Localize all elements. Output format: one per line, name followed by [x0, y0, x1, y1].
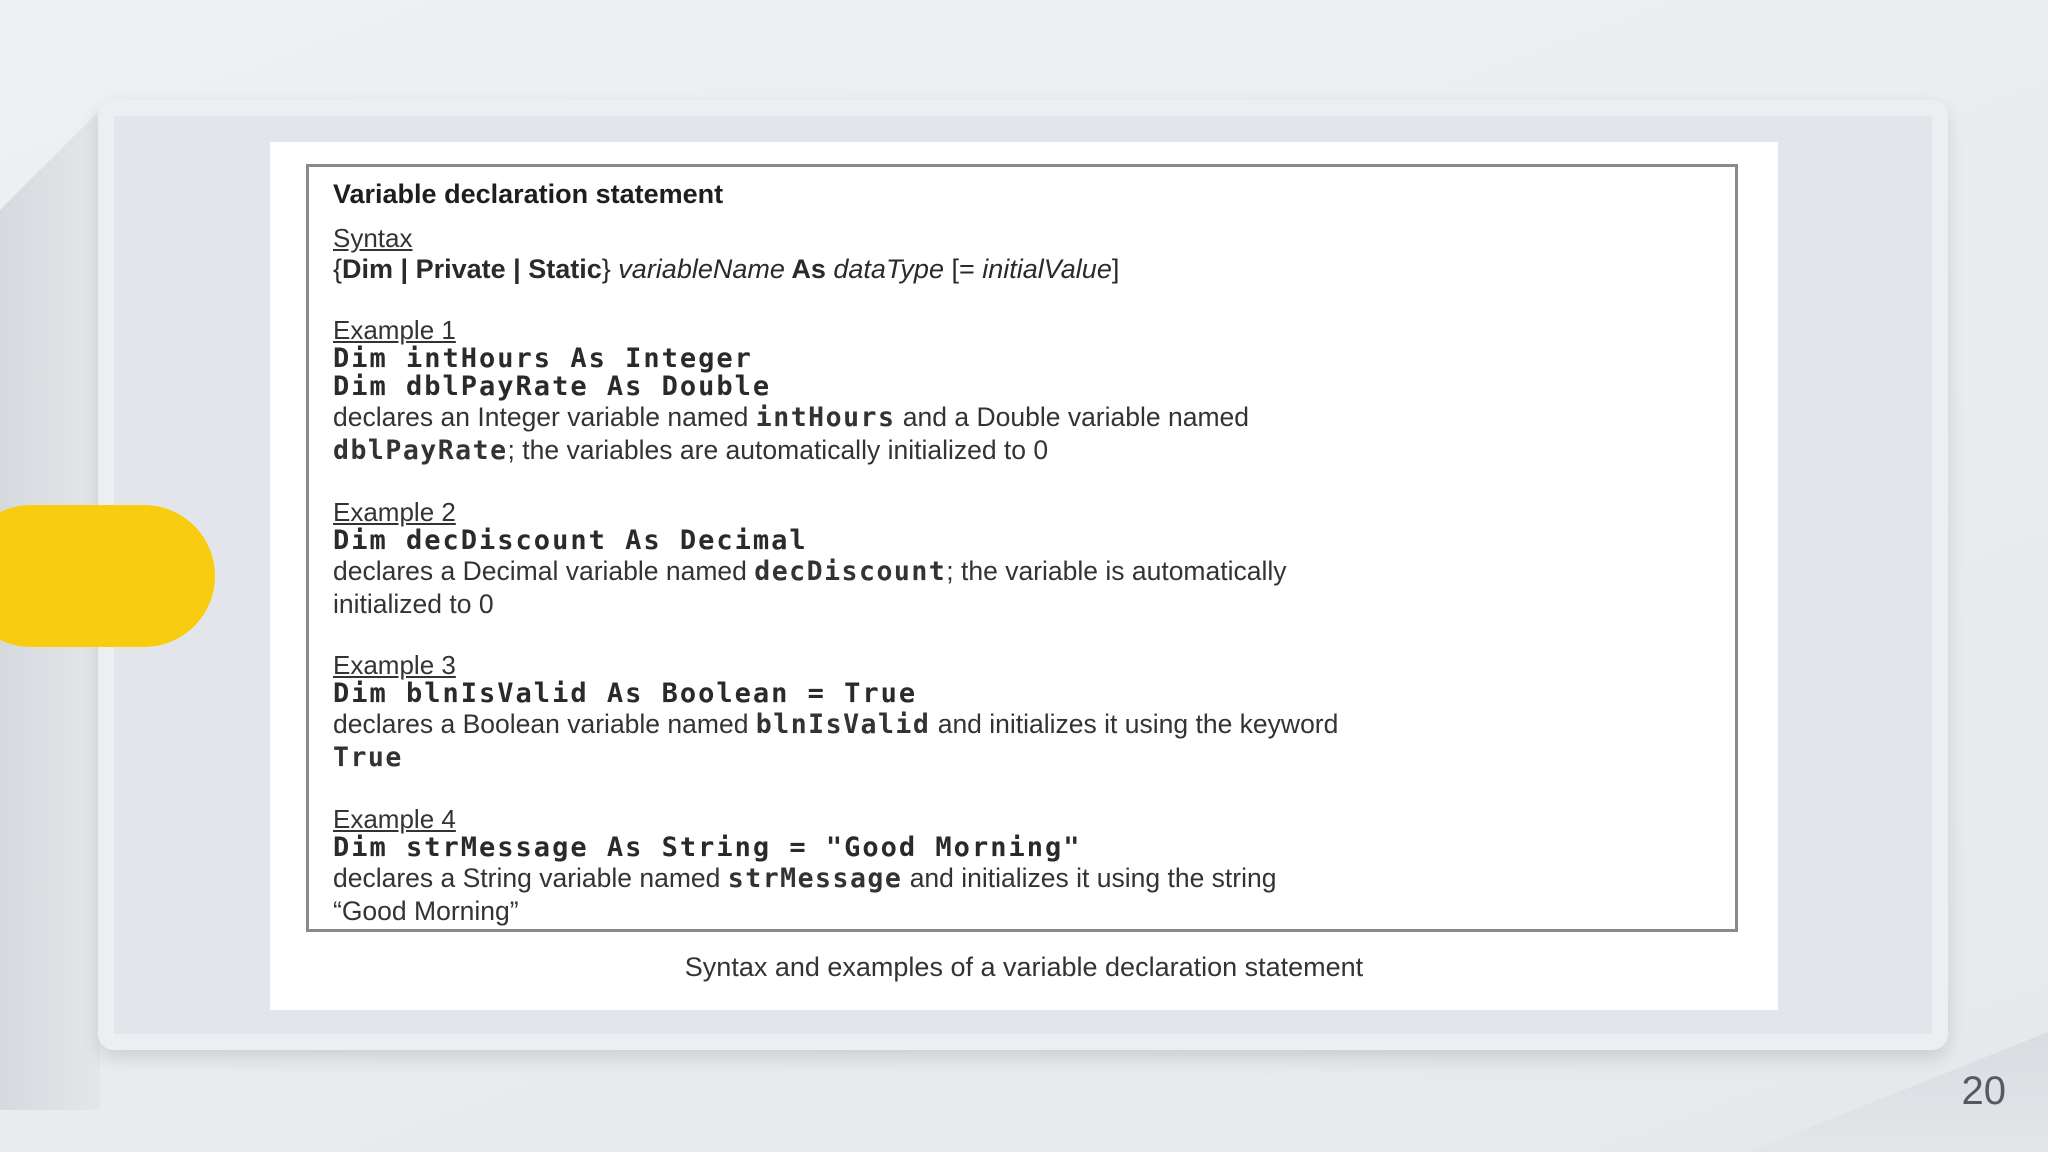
desc-text: declares a Decimal variable named [333, 556, 755, 586]
desc-text: initialized to 0 [333, 589, 494, 619]
example-1: Example 1 Dim intHours As Integer Dim db… [333, 315, 1711, 467]
desc-code: intHours [755, 402, 896, 433]
desc-text: ; the variables are automatically initia… [507, 435, 1049, 465]
desc-code: True [333, 742, 403, 773]
example-3-description: declares a Boolean variable named blnIsV… [333, 708, 1711, 774]
example-1-description: declares an Integer variable named intHo… [333, 401, 1711, 467]
example-2-description: declares a Decimal variable named decDis… [333, 555, 1711, 620]
syntax-brace-close: } [601, 254, 619, 284]
syntax-line: {Dim | Private | Static} variableName As… [333, 253, 1711, 285]
example-3-heading: Example 3 [333, 650, 456, 680]
desc-text: and initializes it using the string [902, 863, 1277, 893]
example-4-description: declares a String variable named strMess… [333, 862, 1711, 927]
syntax-static: Static [528, 254, 602, 284]
syntax-brace-open: { [333, 254, 343, 284]
desc-text: ; the variable is automatically [946, 556, 1287, 586]
example-4-heading: Example 4 [333, 804, 456, 834]
syntax-data-type: dataType [833, 254, 944, 284]
figure-title: Variable declaration statement [333, 179, 724, 209]
syntax-section: Syntax {Dim | Private | Static} variable… [333, 223, 1711, 285]
example-1-heading: Example 1 [333, 315, 456, 345]
example-2-heading: Example 2 [333, 497, 456, 527]
desc-code: blnIsValid [755, 709, 931, 740]
desc-text: “Good Morning” [333, 896, 519, 926]
page-number: 20 [1961, 1069, 2007, 1113]
example-4-code-line: Dim strMessage As String = "Good Morning… [333, 832, 1082, 863]
syntax-private: Private [415, 254, 506, 284]
accent-pill [0, 505, 215, 647]
syntax-as: As [784, 254, 834, 284]
desc-code: strMessage [727, 863, 903, 894]
syntax-initial-value: initialValue [982, 254, 1112, 284]
example-1-code-line: Dim dblPayRate As Double [333, 371, 772, 402]
syntax-dim: Dim [342, 254, 394, 284]
desc-code: decDiscount [754, 556, 947, 587]
figure-box: Variable declaration statement Syntax {D… [306, 164, 1738, 932]
syntax-init-close: ] [1111, 254, 1120, 284]
example-2: Example 2 Dim decDiscount As Decimal dec… [333, 497, 1711, 620]
desc-text: and a Double variable named [895, 402, 1250, 432]
desc-text: declares a String variable named [333, 863, 728, 893]
desc-text: and initializes it using the keyword [930, 709, 1339, 739]
desc-text: declares a Boolean variable named [333, 709, 756, 739]
syntax-separator: | [393, 254, 416, 284]
desc-code: dblPayRate [333, 435, 508, 466]
example-2-code-line: Dim decDiscount As Decimal [333, 525, 808, 556]
syntax-init-open: [= [943, 254, 983, 284]
syntax-heading: Syntax [333, 223, 413, 253]
example-3-code-line: Dim blnIsValid As Boolean = True [333, 678, 918, 709]
example-3: Example 3 Dim blnIsValid As Boolean = Tr… [333, 650, 1711, 774]
example-1-code-line: Dim intHours As Integer [333, 343, 753, 374]
figure-caption: Syntax and examples of a variable declar… [684, 952, 1364, 982]
syntax-separator: | [505, 254, 529, 284]
slide: Variable declaration statement Syntax {D… [0, 0, 2048, 1152]
desc-text: declares an Integer variable named [333, 402, 756, 432]
example-4: Example 4 Dim strMessage As String = "Go… [333, 804, 1711, 927]
figure-image: Variable declaration statement Syntax {D… [270, 142, 1778, 1010]
syntax-variable-name: variableName [618, 254, 785, 284]
